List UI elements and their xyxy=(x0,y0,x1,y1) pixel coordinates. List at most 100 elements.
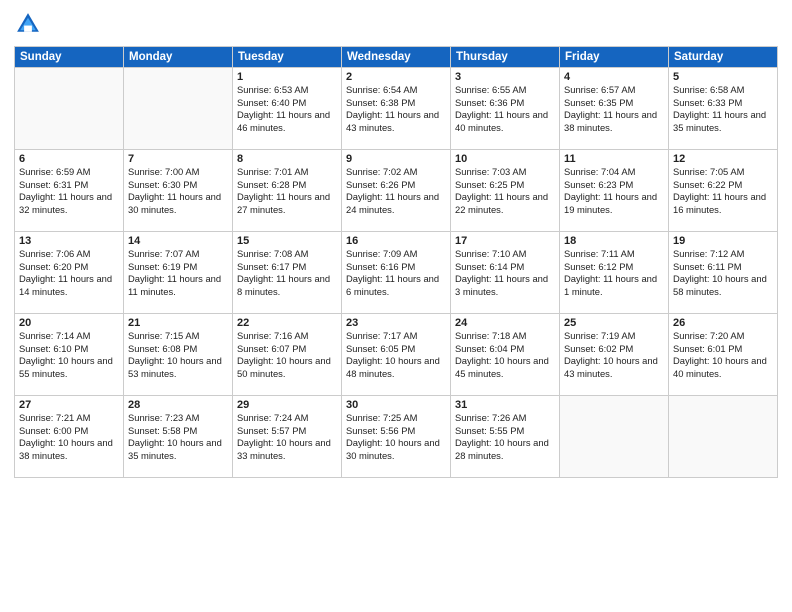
calendar-week-4: 20Sunrise: 7:14 AMSunset: 6:10 PMDayligh… xyxy=(15,314,778,396)
calendar-cell: 26Sunrise: 7:20 AMSunset: 6:01 PMDayligh… xyxy=(669,314,778,396)
calendar-cell: 24Sunrise: 7:18 AMSunset: 6:04 PMDayligh… xyxy=(451,314,560,396)
calendar-cell: 19Sunrise: 7:12 AMSunset: 6:11 PMDayligh… xyxy=(669,232,778,314)
calendar-cell: 5Sunrise: 6:58 AMSunset: 6:33 PMDaylight… xyxy=(669,68,778,150)
day-info: Sunrise: 7:20 AMSunset: 6:01 PMDaylight:… xyxy=(673,330,773,381)
calendar-cell: 1Sunrise: 6:53 AMSunset: 6:40 PMDaylight… xyxy=(233,68,342,150)
day-number: 22 xyxy=(237,317,337,329)
logo-icon xyxy=(14,10,42,38)
day-info: Sunrise: 7:08 AMSunset: 6:17 PMDaylight:… xyxy=(237,248,337,299)
day-info: Sunrise: 7:12 AMSunset: 6:11 PMDaylight:… xyxy=(673,248,773,299)
calendar-cell xyxy=(124,68,233,150)
day-info: Sunrise: 6:58 AMSunset: 6:33 PMDaylight:… xyxy=(673,84,773,135)
calendar-week-5: 27Sunrise: 7:21 AMSunset: 6:00 PMDayligh… xyxy=(15,396,778,478)
calendar-cell xyxy=(560,396,669,478)
calendar-header-wednesday: Wednesday xyxy=(342,47,451,68)
calendar-cell: 14Sunrise: 7:07 AMSunset: 6:19 PMDayligh… xyxy=(124,232,233,314)
calendar-cell: 29Sunrise: 7:24 AMSunset: 5:57 PMDayligh… xyxy=(233,396,342,478)
calendar-cell: 7Sunrise: 7:00 AMSunset: 6:30 PMDaylight… xyxy=(124,150,233,232)
day-number: 18 xyxy=(564,235,664,247)
calendar-cell: 16Sunrise: 7:09 AMSunset: 6:16 PMDayligh… xyxy=(342,232,451,314)
day-info: Sunrise: 7:23 AMSunset: 5:58 PMDaylight:… xyxy=(128,412,228,463)
calendar-cell xyxy=(15,68,124,150)
day-info: Sunrise: 7:16 AMSunset: 6:07 PMDaylight:… xyxy=(237,330,337,381)
day-info: Sunrise: 7:15 AMSunset: 6:08 PMDaylight:… xyxy=(128,330,228,381)
day-number: 13 xyxy=(19,235,119,247)
day-info: Sunrise: 7:17 AMSunset: 6:05 PMDaylight:… xyxy=(346,330,446,381)
day-number: 11 xyxy=(564,153,664,165)
calendar-cell: 23Sunrise: 7:17 AMSunset: 6:05 PMDayligh… xyxy=(342,314,451,396)
day-info: Sunrise: 7:25 AMSunset: 5:56 PMDaylight:… xyxy=(346,412,446,463)
day-number: 30 xyxy=(346,399,446,411)
day-info: Sunrise: 7:24 AMSunset: 5:57 PMDaylight:… xyxy=(237,412,337,463)
calendar-cell: 6Sunrise: 6:59 AMSunset: 6:31 PMDaylight… xyxy=(15,150,124,232)
day-number: 29 xyxy=(237,399,337,411)
day-number: 4 xyxy=(564,71,664,83)
calendar-cell: 22Sunrise: 7:16 AMSunset: 6:07 PMDayligh… xyxy=(233,314,342,396)
day-number: 21 xyxy=(128,317,228,329)
day-info: Sunrise: 7:07 AMSunset: 6:19 PMDaylight:… xyxy=(128,248,228,299)
calendar-header-row: SundayMondayTuesdayWednesdayThursdayFrid… xyxy=(15,47,778,68)
calendar-cell: 3Sunrise: 6:55 AMSunset: 6:36 PMDaylight… xyxy=(451,68,560,150)
day-info: Sunrise: 7:00 AMSunset: 6:30 PMDaylight:… xyxy=(128,166,228,217)
calendar-cell: 30Sunrise: 7:25 AMSunset: 5:56 PMDayligh… xyxy=(342,396,451,478)
calendar-cell: 15Sunrise: 7:08 AMSunset: 6:17 PMDayligh… xyxy=(233,232,342,314)
calendar-cell: 2Sunrise: 6:54 AMSunset: 6:38 PMDaylight… xyxy=(342,68,451,150)
calendar-cell: 27Sunrise: 7:21 AMSunset: 6:00 PMDayligh… xyxy=(15,396,124,478)
day-info: Sunrise: 6:53 AMSunset: 6:40 PMDaylight:… xyxy=(237,84,337,135)
day-info: Sunrise: 7:02 AMSunset: 6:26 PMDaylight:… xyxy=(346,166,446,217)
calendar-table: SundayMondayTuesdayWednesdayThursdayFrid… xyxy=(14,46,778,478)
header xyxy=(14,10,778,38)
day-info: Sunrise: 7:26 AMSunset: 5:55 PMDaylight:… xyxy=(455,412,555,463)
day-number: 24 xyxy=(455,317,555,329)
calendar-cell: 31Sunrise: 7:26 AMSunset: 5:55 PMDayligh… xyxy=(451,396,560,478)
calendar-cell: 17Sunrise: 7:10 AMSunset: 6:14 PMDayligh… xyxy=(451,232,560,314)
day-info: Sunrise: 7:21 AMSunset: 6:00 PMDaylight:… xyxy=(19,412,119,463)
day-info: Sunrise: 6:57 AMSunset: 6:35 PMDaylight:… xyxy=(564,84,664,135)
day-info: Sunrise: 7:18 AMSunset: 6:04 PMDaylight:… xyxy=(455,330,555,381)
day-number: 5 xyxy=(673,71,773,83)
calendar-header-thursday: Thursday xyxy=(451,47,560,68)
day-number: 7 xyxy=(128,153,228,165)
day-number: 23 xyxy=(346,317,446,329)
day-info: Sunrise: 6:54 AMSunset: 6:38 PMDaylight:… xyxy=(346,84,446,135)
day-number: 20 xyxy=(19,317,119,329)
calendar-cell: 12Sunrise: 7:05 AMSunset: 6:22 PMDayligh… xyxy=(669,150,778,232)
day-info: Sunrise: 7:01 AMSunset: 6:28 PMDaylight:… xyxy=(237,166,337,217)
day-number: 25 xyxy=(564,317,664,329)
day-info: Sunrise: 7:03 AMSunset: 6:25 PMDaylight:… xyxy=(455,166,555,217)
day-number: 19 xyxy=(673,235,773,247)
calendar-header-sunday: Sunday xyxy=(15,47,124,68)
day-info: Sunrise: 7:06 AMSunset: 6:20 PMDaylight:… xyxy=(19,248,119,299)
day-number: 1 xyxy=(237,71,337,83)
calendar-cell: 9Sunrise: 7:02 AMSunset: 6:26 PMDaylight… xyxy=(342,150,451,232)
logo xyxy=(14,10,46,38)
calendar-header-saturday: Saturday xyxy=(669,47,778,68)
day-info: Sunrise: 7:05 AMSunset: 6:22 PMDaylight:… xyxy=(673,166,773,217)
calendar-cell: 8Sunrise: 7:01 AMSunset: 6:28 PMDaylight… xyxy=(233,150,342,232)
calendar-cell: 28Sunrise: 7:23 AMSunset: 5:58 PMDayligh… xyxy=(124,396,233,478)
calendar-week-3: 13Sunrise: 7:06 AMSunset: 6:20 PMDayligh… xyxy=(15,232,778,314)
day-info: Sunrise: 6:55 AMSunset: 6:36 PMDaylight:… xyxy=(455,84,555,135)
day-number: 9 xyxy=(346,153,446,165)
day-number: 3 xyxy=(455,71,555,83)
calendar-cell: 4Sunrise: 6:57 AMSunset: 6:35 PMDaylight… xyxy=(560,68,669,150)
day-number: 10 xyxy=(455,153,555,165)
day-number: 17 xyxy=(455,235,555,247)
day-number: 8 xyxy=(237,153,337,165)
calendar-cell xyxy=(669,396,778,478)
calendar-week-2: 6Sunrise: 6:59 AMSunset: 6:31 PMDaylight… xyxy=(15,150,778,232)
day-number: 27 xyxy=(19,399,119,411)
day-info: Sunrise: 7:11 AMSunset: 6:12 PMDaylight:… xyxy=(564,248,664,299)
calendar-header-tuesday: Tuesday xyxy=(233,47,342,68)
day-number: 26 xyxy=(673,317,773,329)
day-info: Sunrise: 7:10 AMSunset: 6:14 PMDaylight:… xyxy=(455,248,555,299)
calendar-cell: 25Sunrise: 7:19 AMSunset: 6:02 PMDayligh… xyxy=(560,314,669,396)
calendar-cell: 18Sunrise: 7:11 AMSunset: 6:12 PMDayligh… xyxy=(560,232,669,314)
day-info: Sunrise: 6:59 AMSunset: 6:31 PMDaylight:… xyxy=(19,166,119,217)
day-number: 15 xyxy=(237,235,337,247)
calendar-cell: 10Sunrise: 7:03 AMSunset: 6:25 PMDayligh… xyxy=(451,150,560,232)
day-number: 2 xyxy=(346,71,446,83)
day-info: Sunrise: 7:09 AMSunset: 6:16 PMDaylight:… xyxy=(346,248,446,299)
calendar-header-friday: Friday xyxy=(560,47,669,68)
day-info: Sunrise: 7:04 AMSunset: 6:23 PMDaylight:… xyxy=(564,166,664,217)
